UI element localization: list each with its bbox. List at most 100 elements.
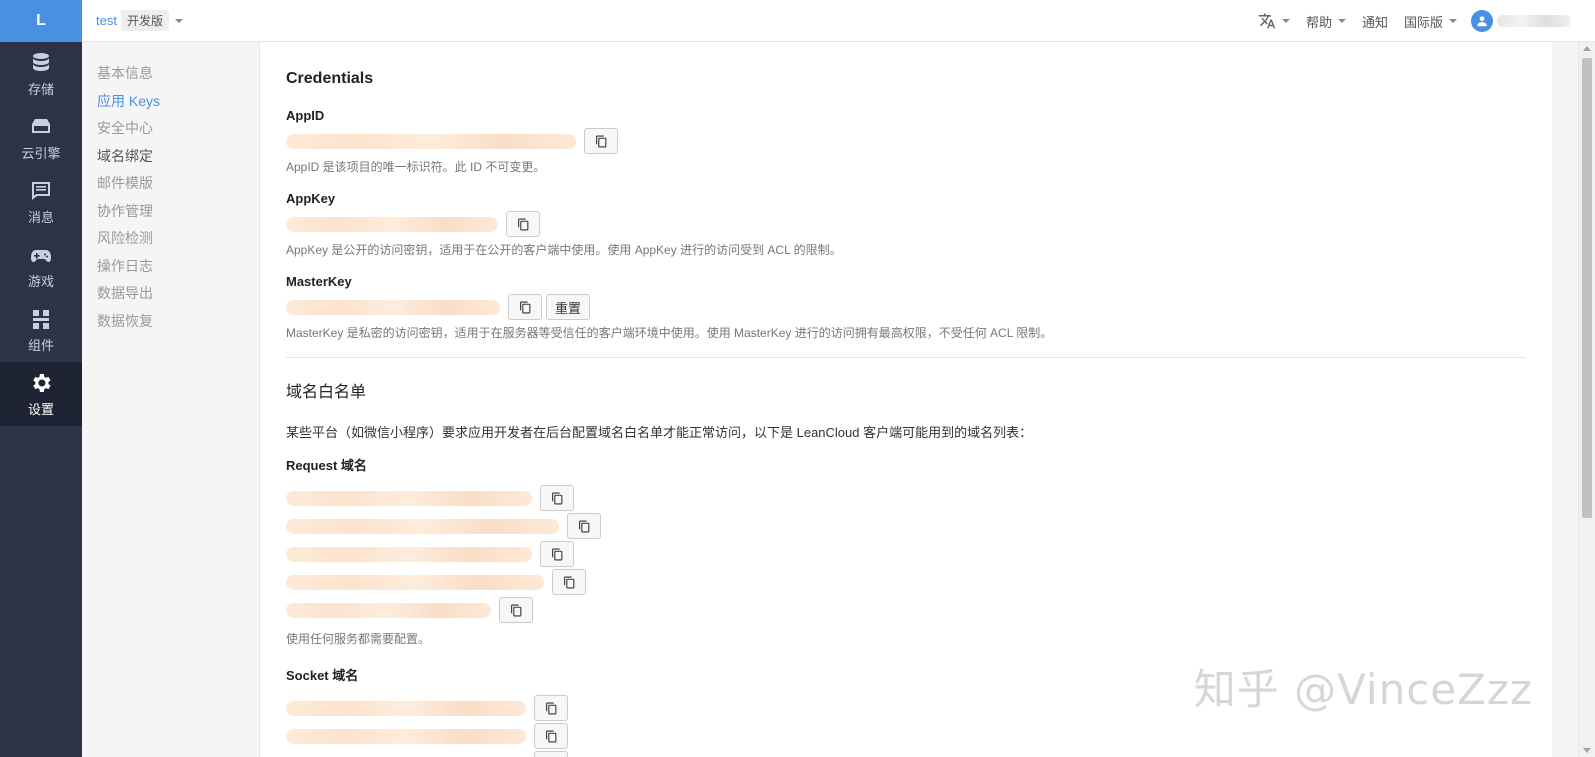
- gamepad-icon: [28, 242, 54, 268]
- copy-domain-button[interactable]: [534, 695, 568, 721]
- nav-item-game[interactable]: 游戏: [0, 234, 82, 298]
- language-switcher[interactable]: [1258, 12, 1290, 30]
- watermark: 知乎 @VinceZzz: [1193, 665, 1533, 714]
- sidebar-item-data-export[interactable]: 数据导出: [82, 280, 259, 308]
- sidebar-item-operation-log[interactable]: 操作日志: [82, 253, 259, 281]
- nav-item-settings[interactable]: 设置: [0, 362, 82, 426]
- copy-domain-button[interactable]: [534, 751, 568, 757]
- copy-domain-button[interactable]: [552, 569, 586, 595]
- nav-item-storage[interactable]: 存储: [0, 42, 82, 106]
- sidebar-item-app-keys[interactable]: 应用 Keys: [82, 88, 259, 116]
- whitelist-description: 某些平台（如微信小程序）要求应用开发者在后台配置域名白名单才能正常访问，以下是 …: [286, 425, 1033, 440]
- request-domain-row: [286, 540, 1552, 568]
- request-domain-row: [286, 568, 1552, 596]
- copy-icon: [563, 576, 574, 588]
- gear-icon: [28, 370, 54, 396]
- sidebar-item-basic-info[interactable]: 基本信息: [82, 60, 259, 88]
- scroll-up-icon[interactable]: [1583, 46, 1591, 51]
- scroll-down-icon[interactable]: [1583, 748, 1591, 753]
- copy-appkey-button[interactable]: [506, 211, 540, 237]
- username-redacted[interactable]: [1497, 15, 1571, 27]
- sidebar-item-data-restore[interactable]: 数据恢复: [82, 308, 259, 336]
- sidebar-item-security[interactable]: 安全中心: [82, 115, 259, 143]
- app-name-link[interactable]: test: [96, 13, 117, 28]
- request-domain-help: 使用任何服务都需要配置。: [286, 632, 431, 646]
- copy-icon: [519, 301, 530, 313]
- credentials-title: Credentials: [286, 70, 374, 87]
- nav-label: 消息: [27, 210, 54, 225]
- appkey-row: [286, 210, 1552, 238]
- message-icon: [28, 178, 54, 204]
- help-menu[interactable]: 帮助: [1306, 12, 1346, 31]
- copy-icon: [545, 702, 556, 714]
- region-label: 国际版: [1403, 14, 1443, 30]
- masterkey-value-redacted: [286, 299, 500, 315]
- copy-domain-button[interactable]: [499, 597, 533, 623]
- main-content: Credentials AppID AppID 是该项目的唯一标识符。此 ID …: [260, 42, 1552, 757]
- masterkey-row: 重置: [286, 293, 1552, 321]
- appid-help: AppID 是该项目的唯一标识符。此 ID 不可变更。: [286, 160, 546, 174]
- copy-icon: [517, 218, 528, 230]
- copy-appid-button[interactable]: [584, 128, 618, 154]
- nav-item-component[interactable]: 组件: [0, 298, 82, 362]
- copy-domain-button[interactable]: [540, 541, 574, 567]
- chevron-down-icon: [1281, 19, 1290, 23]
- avatar[interactable]: [1471, 10, 1493, 32]
- copy-icon: [551, 548, 562, 560]
- copy-icon: [551, 492, 562, 504]
- whitelist-title: 域名白名单: [286, 384, 367, 401]
- copy-icon: [510, 604, 521, 616]
- appkey-value-redacted: [286, 216, 498, 232]
- copy-masterkey-button[interactable]: [508, 294, 542, 320]
- app-switcher-caret-icon[interactable]: [174, 18, 183, 23]
- sidebar-item-collaborators[interactable]: 协作管理: [82, 198, 259, 226]
- nav-item-message[interactable]: 消息: [0, 170, 82, 234]
- copy-domain-button[interactable]: [534, 723, 568, 749]
- nav-label: 组件: [27, 338, 54, 353]
- region-menu[interactable]: 国际版: [1404, 12, 1457, 31]
- reset-masterkey-button[interactable]: 重置: [546, 294, 591, 320]
- section-divider: [286, 357, 1526, 358]
- copy-domain-button[interactable]: [540, 485, 574, 511]
- user-icon: [1477, 16, 1487, 27]
- page-scrollbar[interactable]: [1578, 42, 1595, 757]
- nav-label: 存储: [27, 82, 54, 97]
- copy-icon: [578, 520, 589, 532]
- server-icon: [28, 114, 54, 140]
- sidebar-item-email-templates[interactable]: 邮件模版: [82, 170, 259, 198]
- scroll-thumb[interactable]: [1582, 58, 1592, 518]
- domain-value-redacted: [286, 574, 544, 590]
- top-right-menu: 帮助 通知 国际版: [1242, 0, 1595, 42]
- copy-icon: [545, 730, 556, 742]
- request-domain-row: [286, 512, 1552, 540]
- copy-icon: [595, 135, 606, 147]
- env-badge: 开发版: [120, 10, 169, 31]
- help-label: 帮助: [1305, 14, 1332, 30]
- translate-icon: [1258, 13, 1276, 29]
- socket-domain-row: [286, 750, 1552, 757]
- masterkey-label: MasterKey: [286, 274, 352, 289]
- domain-value-redacted: [286, 700, 526, 716]
- request-domain-row: [286, 484, 1552, 512]
- domain-value-redacted: [286, 546, 532, 562]
- component-icon: [28, 306, 54, 332]
- chevron-down-icon: [1337, 19, 1346, 23]
- main-nav: L 存储 云引擎 消息 游戏 组件 设置: [0, 0, 82, 757]
- appkey-label: AppKey: [286, 191, 336, 206]
- top-bar: test 开发版 帮助 通知 国际版: [82, 0, 1595, 42]
- request-domain-row: [286, 596, 1552, 624]
- sidebar-item-risk-detection[interactable]: 风险检测: [82, 225, 259, 253]
- domain-value-redacted: [286, 490, 532, 506]
- notify-link[interactable]: 通知: [1362, 12, 1388, 31]
- masterkey-help: MasterKey 是私密的访问密钥，适用于在服务器等受信任的客户端环境中使用。…: [286, 326, 1053, 340]
- copy-domain-button[interactable]: [567, 513, 601, 539]
- appid-row: [286, 127, 1552, 155]
- appkey-help: AppKey 是公开的访问密钥，适用于在公开的客户端中使用。使用 AppKey …: [286, 243, 842, 257]
- sidebar-item-domain-binding[interactable]: 域名绑定: [82, 143, 259, 171]
- app-logo[interactable]: L: [0, 0, 82, 42]
- settings-sidebar: 基本信息 应用 Keys 安全中心 域名绑定 邮件模版 协作管理 风险检测 操作…: [82, 42, 260, 757]
- database-icon: [28, 50, 54, 76]
- appid-label: AppID: [286, 108, 325, 123]
- nav-item-engine[interactable]: 云引擎: [0, 106, 82, 170]
- domain-value-redacted: [286, 602, 491, 618]
